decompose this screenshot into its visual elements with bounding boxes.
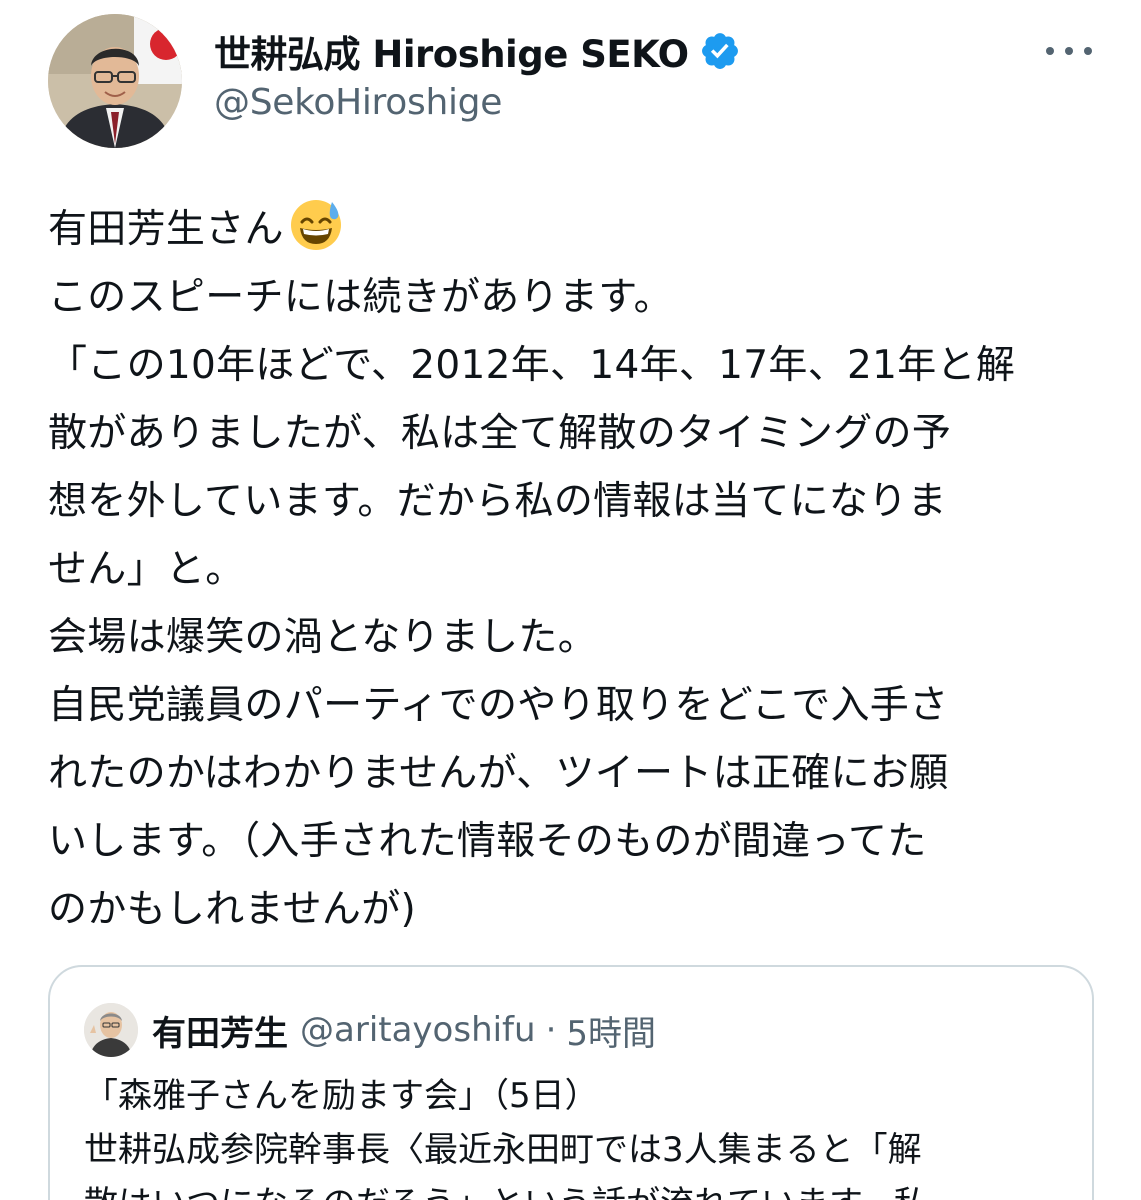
tweet-text: 有田芳生さん このスピーチには続きがあります。 「この10年ほどで、2012年、…	[48, 196, 1108, 944]
tweet: 世耕弘成 Hiroshige SEKO @SekoHiroshige 有田芳生さ…	[0, 0, 1141, 1200]
tweet-text-line: 想を外しています。だから私の情報は当てになりま	[48, 479, 947, 524]
verified-badge-icon	[699, 30, 741, 72]
tweet-text-line: せん」と。	[48, 547, 245, 592]
quoted-author-handle[interactable]: @aritayoshifu	[300, 1010, 536, 1050]
quoted-text-line: 「森雅子さんを励ます会」（5日）	[84, 1076, 599, 1116]
tweet-text-line: のかもしれませんが)	[48, 887, 417, 932]
tweet-text-line-content: 有田芳生さん	[48, 207, 284, 252]
quoted-text-line: 散はいつになるのだろう」という話が流れています。私	[84, 1177, 1064, 1200]
tweet-text-line: 有田芳生さん	[48, 196, 1108, 264]
tweet-text-line: れたのかはわかりませんが、ツイートは正確にお願	[48, 751, 949, 796]
more-options-button[interactable]	[1046, 36, 1092, 66]
tweet-text-line: いします。（入手された情報そのものが間違ってた	[48, 819, 927, 864]
quoted-author-name[interactable]: 有田芳生	[152, 1006, 288, 1055]
quoted-text-line: 世耕弘成参院幹事長〈最近永田町では3人集まると「解	[84, 1130, 922, 1170]
author-avatar[interactable]	[48, 14, 182, 148]
tweet-text-line: 「この10年ほどで、2012年、14年、17年、21年と解	[48, 343, 1016, 388]
quoted-separator: ·	[545, 1010, 557, 1050]
quoted-author-avatar[interactable]	[84, 1003, 138, 1057]
author-handle[interactable]: @SekoHiroshige	[214, 82, 502, 123]
grinning-face-with-sweat-icon	[288, 196, 344, 252]
quoted-tweet-card[interactable]: 有田芳生 @aritayoshifu · 5時間 「森雅子さんを励ます会」（5日…	[48, 965, 1094, 1200]
tweet-text-line: 会場は爆笑の渦となりました。	[48, 615, 598, 660]
tweet-text-line: 散がありましたが、私は全て解散のタイミングの予	[48, 411, 952, 456]
more-horizontal-icon	[1046, 47, 1054, 55]
more-horizontal-icon	[1065, 47, 1073, 55]
quoted-tweet-text: 「森雅子さんを励ます会」（5日） 世耕弘成参院幹事長〈最近永田町では3人集まると…	[84, 1069, 1064, 1200]
quoted-timestamp[interactable]: 5時間	[566, 1006, 656, 1055]
tweet-text-line: このスピーチには続きがあります。	[48, 275, 673, 320]
more-horizontal-icon	[1084, 47, 1092, 55]
tweet-text-line: 自民党議員のパーティでのやり取りをどこで入手さ	[48, 683, 949, 728]
author-name-row: 世耕弘成 Hiroshige SEKO	[214, 26, 741, 76]
author-name[interactable]: 世耕弘成 Hiroshige SEKO	[214, 24, 689, 78]
quoted-tweet-header: 有田芳生 @aritayoshifu · 5時間	[84, 1003, 656, 1057]
